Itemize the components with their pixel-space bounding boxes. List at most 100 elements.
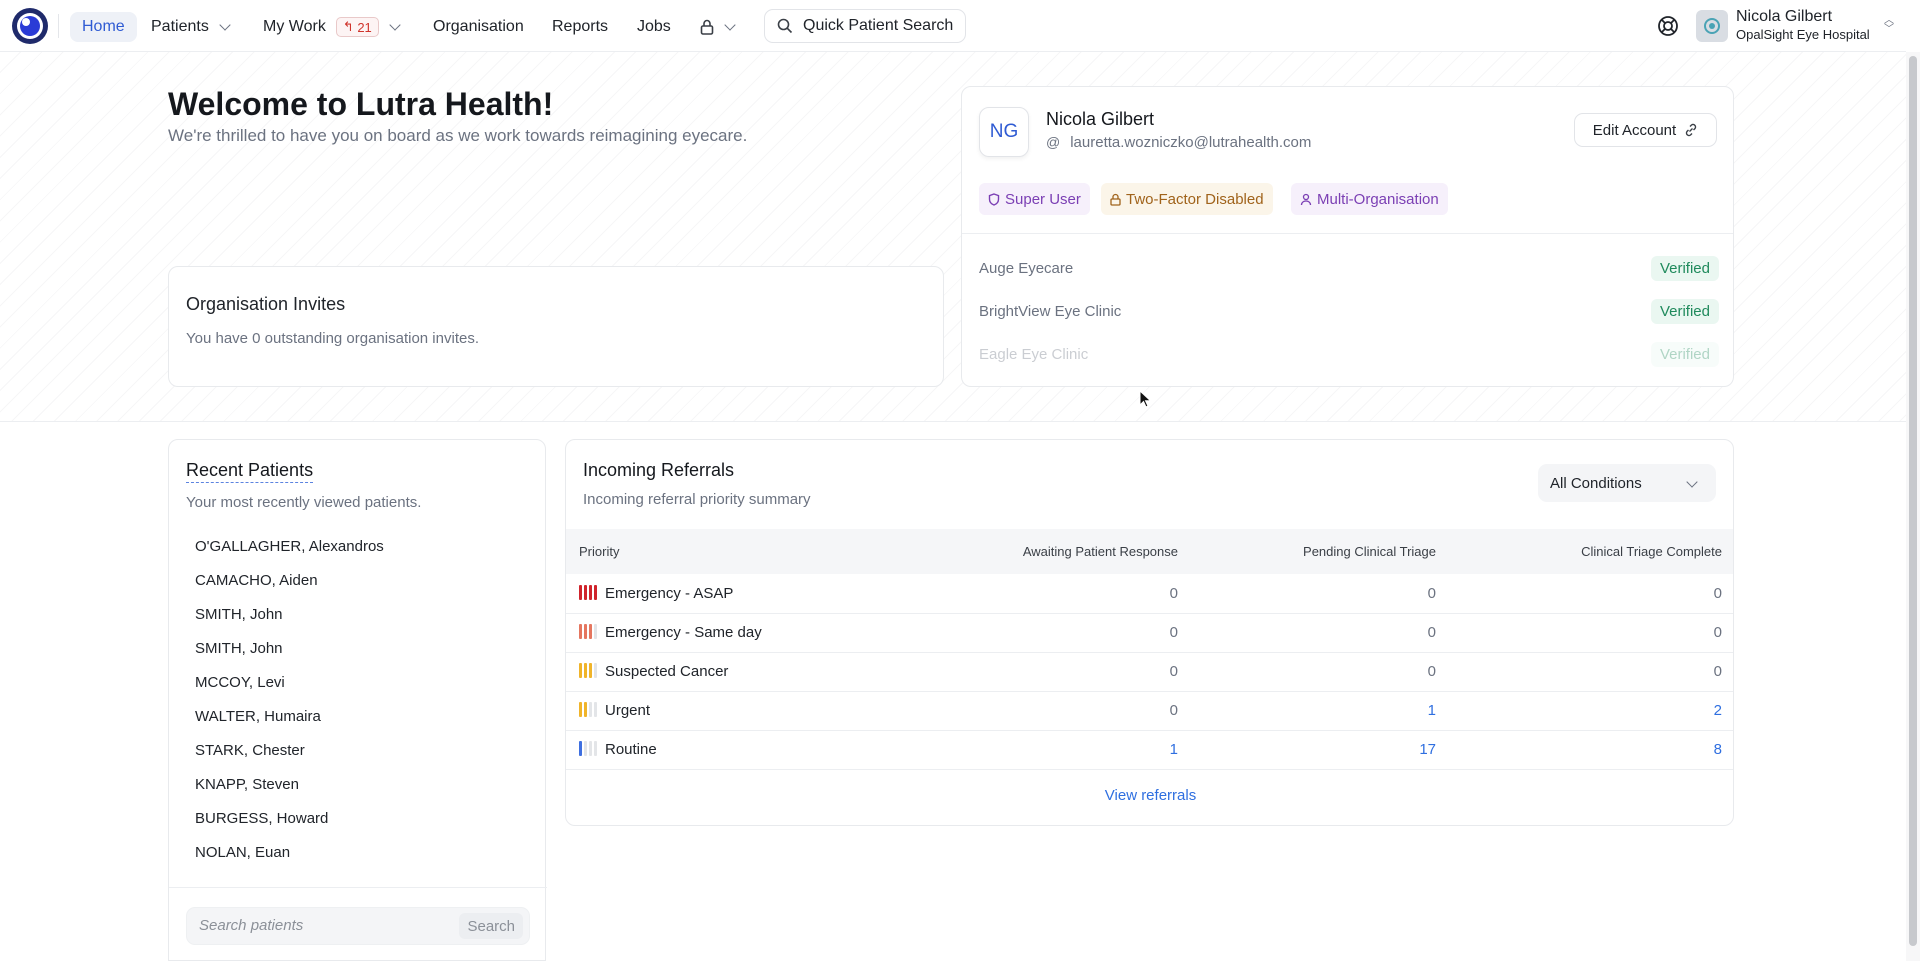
divider <box>962 233 1733 234</box>
count-cell[interactable]: 1 <box>926 730 1191 770</box>
column-header: Pending Clinical Triage <box>1191 529 1449 574</box>
priority-bar <box>594 741 597 756</box>
conditions-select[interactable]: All Conditions <box>1538 464 1716 502</box>
count-cell: 0 <box>1449 574 1733 614</box>
count-cell[interactable]: 17 <box>1191 730 1449 770</box>
count-cell: 0 <box>926 574 1191 614</box>
scrollbar-thumb[interactable] <box>1909 56 1917 946</box>
edit-account-button[interactable]: Edit Account <box>1574 113 1717 147</box>
list-item[interactable]: STARK, Chester <box>195 742 305 759</box>
status-badge: Verified <box>1650 255 1719 281</box>
shield-icon <box>988 192 1000 206</box>
chevron-down-icon <box>1686 476 1698 488</box>
account-switcher-icon[interactable]: ︿ ﹀ <box>1884 16 1894 35</box>
priority-bar <box>594 624 597 639</box>
priority-level-icon <box>579 741 597 756</box>
table-row[interactable]: Suspected Cancer 0 0 0 <box>566 652 1733 692</box>
priority-bar <box>594 584 597 600</box>
list-item[interactable]: KNAPP, Steven <box>195 776 299 793</box>
lock-menu-button[interactable] <box>688 12 750 42</box>
organisation-avatar[interactable] <box>1696 10 1728 42</box>
priority-bar <box>584 741 587 756</box>
priority-cell: Urgent <box>566 691 926 731</box>
priority-bar <box>584 663 587 678</box>
nav-patients[interactable]: Patients <box>139 12 241 42</box>
priority-label: Urgent <box>605 702 651 719</box>
account-name: Nicola Gilbert <box>1046 109 1155 129</box>
organisation-row: Eagle Eye Clinic Verified <box>979 339 1719 369</box>
nav-divider <box>58 14 59 38</box>
nav-my-work[interactable]: My Work ↰ 21 <box>251 12 411 42</box>
quick-patient-search-button[interactable]: Quick Patient Search <box>764 9 966 43</box>
list-item[interactable]: BURGESS, Howard <box>195 810 328 827</box>
list-item[interactable]: NOLAN, Euan <box>195 844 290 861</box>
priority-label: Suspected Cancer <box>605 663 729 680</box>
priority-cell: Suspected Cancer <box>566 652 926 692</box>
priority-bar <box>589 702 592 717</box>
priority-bar <box>579 584 582 600</box>
two-factor-badge: Two-Factor Disabled <box>1101 183 1273 215</box>
priority-bar <box>594 702 597 717</box>
page-scrollbar[interactable] <box>1906 52 1920 961</box>
help-lifebuoy-icon[interactable] <box>1656 14 1680 38</box>
priority-bar <box>594 663 597 678</box>
count-cell: 0 <box>926 652 1191 692</box>
nav-home[interactable]: Home <box>70 12 137 42</box>
priority-bar <box>584 624 587 639</box>
count-cell[interactable]: 1 <box>1191 691 1449 731</box>
my-work-count-badge: ↰ 21 <box>335 17 379 37</box>
super-user-badge: Super User <box>979 183 1090 215</box>
priority-label: Emergency - ASAP <box>605 584 734 602</box>
count-cell[interactable]: 8 <box>1449 730 1733 770</box>
list-item[interactable]: SMITH, John <box>195 606 283 623</box>
table-row[interactable]: Routine 1 17 8 <box>566 730 1733 770</box>
status-badge: Verified <box>1650 298 1719 324</box>
recent-patients-subtitle: Your most recently viewed patients. <box>186 494 422 511</box>
incoming-referrals-card: Incoming Referrals Incoming referral pri… <box>565 439 1734 826</box>
lock-icon <box>700 19 714 35</box>
priority-bar <box>589 584 592 600</box>
user-icon <box>1300 193 1312 205</box>
nav-reports[interactable]: Reports <box>540 12 620 42</box>
list-item[interactable]: MCCOY, Levi <box>195 674 285 691</box>
count-cell: 0 <box>926 691 1191 731</box>
table-header-row: Priority Awaiting Patient Response Pendi… <box>566 529 1733 574</box>
list-item[interactable]: WALTER, Humaira <box>195 708 321 725</box>
referrals-title: Incoming Referrals <box>583 460 735 480</box>
search-icon <box>777 18 793 34</box>
chevron-down-icon <box>724 18 736 31</box>
organisation-logo-icon <box>1704 18 1720 34</box>
priority-cell: Emergency - ASAP <box>566 574 926 614</box>
count-cell: 0 <box>1191 652 1449 692</box>
nav-organisation[interactable]: Organisation <box>421 12 536 42</box>
organisation-row: Auge Eyecare Verified <box>979 253 1719 283</box>
priority-bar <box>589 624 592 639</box>
lock-icon <box>1110 193 1121 206</box>
list-item[interactable]: SMITH, John <box>195 640 283 657</box>
nav-jobs[interactable]: Jobs <box>625 12 683 42</box>
patient-search-input[interactable] <box>199 917 449 934</box>
view-referrals-link[interactable]: View referrals <box>566 787 1733 804</box>
recent-patients-title[interactable]: Recent Patients <box>186 460 314 483</box>
table-row[interactable]: Urgent 0 1 2 <box>566 691 1733 731</box>
lutra-logo-icon[interactable] <box>12 8 48 44</box>
table-row[interactable]: Emergency - Same day 0 0 0 <box>566 613 1733 653</box>
patient-search-button[interactable]: Search <box>459 913 523 939</box>
user-name[interactable]: Nicola Gilbert <box>1736 8 1832 26</box>
count-cell[interactable]: 2 <box>1449 691 1733 731</box>
top-navigation: Home Patients My Work ↰ 21 Organisation R… <box>0 0 1906 52</box>
list-item[interactable]: CAMACHO, Aiden <box>195 572 318 589</box>
organisation-row: BrightView Eye Clinic Verified <box>979 296 1719 326</box>
referrals-table: Priority Awaiting Patient Response Pendi… <box>566 529 1733 770</box>
priority-level-icon <box>579 663 597 678</box>
priority-bar <box>589 741 592 756</box>
priority-bar <box>589 663 592 678</box>
multi-organisation-badge: Multi-Organisation <box>1291 183 1448 215</box>
priority-bar <box>584 702 587 717</box>
priority-bar <box>579 663 582 678</box>
list-item[interactable]: O'GALLAGHER, Alexandros <box>195 538 384 555</box>
user-organisation[interactable]: OpalSight Eye Hospital <box>1736 27 1870 42</box>
table-row[interactable]: Emergency - ASAP 0 0 0 <box>566 574 1733 614</box>
organisation-invites-card: Organisation Invites You have 0 outstand… <box>168 266 944 387</box>
account-email: @ lauretta.wozniczko@lutrahealth.com <box>1046 134 1312 151</box>
